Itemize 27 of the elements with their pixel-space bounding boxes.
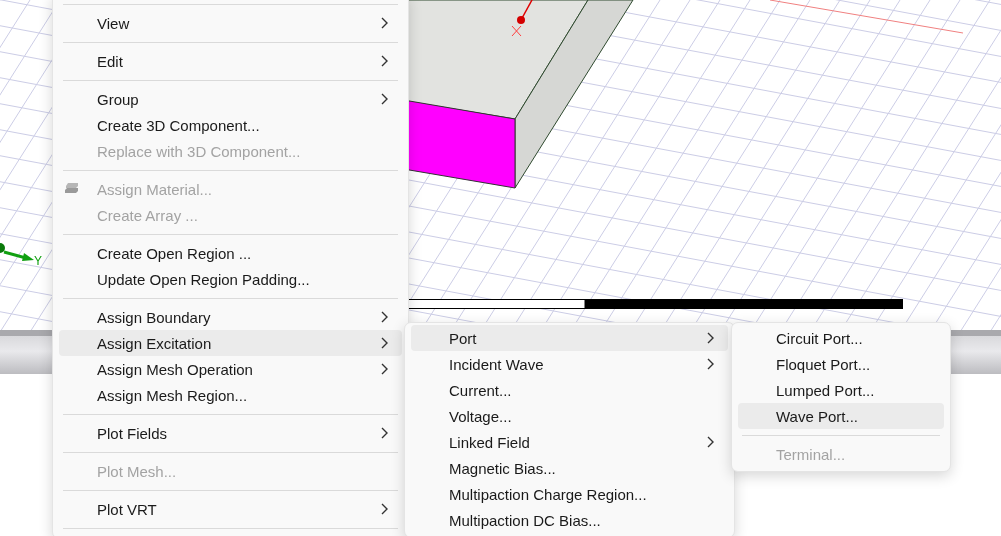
menu-item[interactable]: Multipaction Charge Region... bbox=[411, 481, 728, 507]
menu-item[interactable]: Plot VRT bbox=[59, 496, 402, 522]
menu-item[interactable]: Voltage... bbox=[411, 403, 728, 429]
menu-item[interactable]: Group bbox=[59, 86, 402, 112]
menu-item[interactable]: Create Open Region ... bbox=[59, 240, 402, 266]
menu-item[interactable]: Update Open Region Padding... bbox=[59, 266, 402, 292]
menu-item[interactable]: Lumped Port... bbox=[738, 377, 944, 403]
menu-item[interactable]: View bbox=[59, 10, 402, 36]
menu-item[interactable]: Assign Boundary bbox=[59, 304, 402, 330]
menu-item[interactable]: Linked Field bbox=[411, 429, 728, 455]
menu-item[interactable]: Circuit Port... bbox=[738, 325, 944, 351]
menu-item[interactable]: Create 3D Component... bbox=[59, 112, 402, 138]
menu-item[interactable]: Port bbox=[411, 325, 728, 351]
menu-item[interactable]: Plot Fields bbox=[59, 420, 402, 446]
menu-item[interactable]: Magnetic Bias... bbox=[411, 455, 728, 481]
menu-item[interactable]: Floquet Port... bbox=[738, 351, 944, 377]
menu-item[interactable]: Assign Excitation bbox=[59, 330, 402, 356]
menu-item[interactable]: Incident Wave bbox=[411, 351, 728, 377]
axis-triad bbox=[0, 243, 34, 261]
menu-item[interactable]: Assign Mesh Region... bbox=[59, 382, 402, 408]
menu-item[interactable]: Current... bbox=[411, 377, 728, 403]
coordinate-marker bbox=[511, 0, 533, 37]
menu-item[interactable]: Wave Port... bbox=[738, 403, 944, 429]
menu-item[interactable]: Assign Mesh Operation bbox=[59, 356, 402, 382]
axis-label: Y bbox=[34, 254, 42, 268]
menu-item[interactable]: Edit bbox=[59, 48, 402, 74]
menu-item[interactable]: Multipaction DC Bias... bbox=[411, 507, 728, 533]
